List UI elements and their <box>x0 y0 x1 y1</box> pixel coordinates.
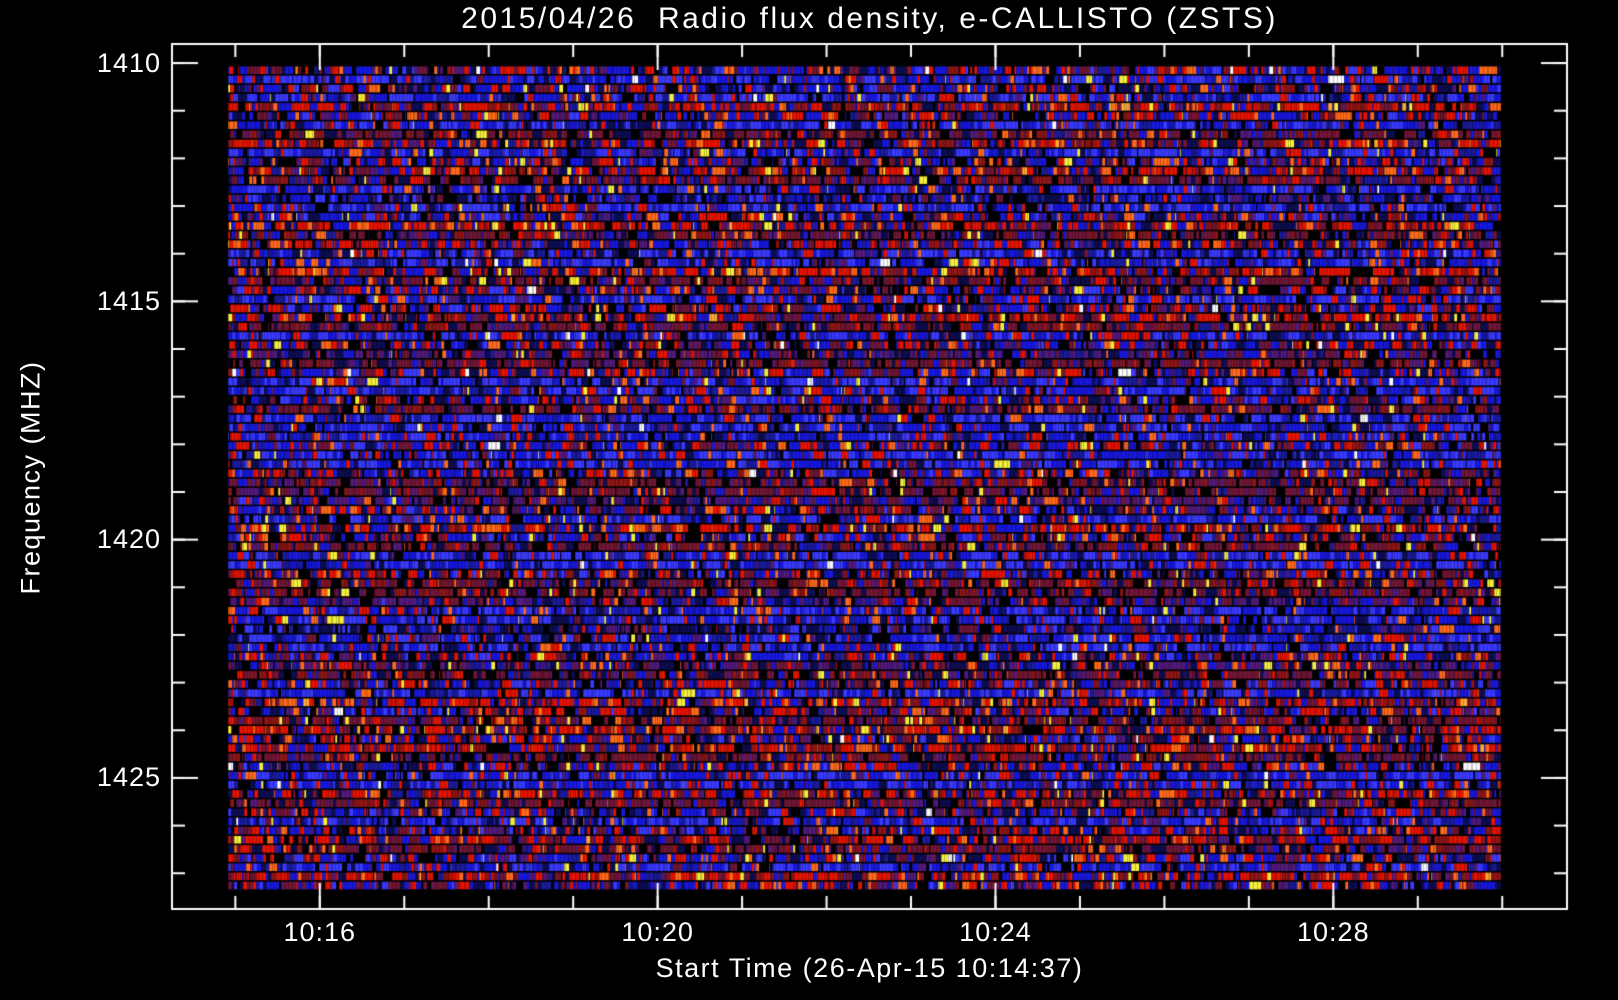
y-tick-label: 1415 <box>96 285 161 316</box>
x-tick-label: 10:16 <box>283 917 357 947</box>
x-axis-label: Start Time (26-Apr-15 10:14:37) <box>655 953 1084 983</box>
y-tick-label: 1425 <box>96 762 161 793</box>
y-tick-label: 1410 <box>96 47 161 78</box>
spectrogram-plot-canvas <box>0 0 1618 1000</box>
radio-spectrogram-figure: 2015/04/26 Radio flux density, e-CALLIST… <box>0 0 1618 1000</box>
chart-title: 2015/04/26 Radio flux density, e-CALLIST… <box>461 2 1278 35</box>
x-tick-label: 10:24 <box>959 917 1032 947</box>
x-tick-label: 10:20 <box>621 917 694 947</box>
y-axis-label: Frequency (MHZ) <box>15 360 46 595</box>
x-tick-label: 10:28 <box>1297 917 1370 947</box>
y-tick-label: 1420 <box>96 524 161 555</box>
